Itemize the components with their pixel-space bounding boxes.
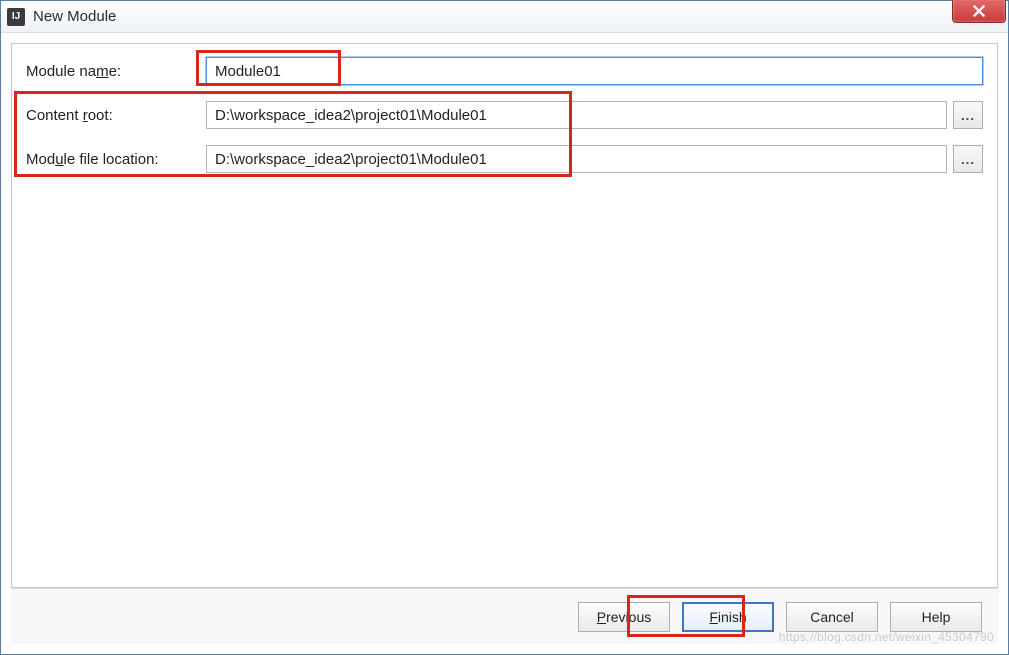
button-bar: Previous Finish Cancel Help https://blog…: [11, 588, 998, 644]
module-file-location-input[interactable]: [206, 145, 947, 173]
watermark-text: https://blog.csdn.net/weixin_45304790: [779, 630, 994, 644]
content-wrap: Module name: Content root: ... Module fi…: [1, 33, 1008, 654]
module-file-location-browse-button[interactable]: ...: [953, 145, 983, 173]
row-module-file-location: Module file location: ...: [26, 144, 983, 174]
cancel-button[interactable]: Cancel: [786, 602, 878, 632]
label-module-file-location: Module file location:: [26, 151, 206, 168]
previous-button[interactable]: Previous: [578, 602, 670, 632]
form-panel: Module name: Content root: ... Module fi…: [11, 43, 998, 588]
row-module-name: Module name:: [26, 56, 983, 86]
content-root-input[interactable]: [206, 101, 947, 129]
content-root-browse-button[interactable]: ...: [953, 101, 983, 129]
close-icon: [972, 4, 986, 18]
window-title: New Module: [33, 8, 116, 25]
module-name-input[interactable]: [206, 57, 983, 85]
label-content-root: Content root:: [26, 107, 206, 124]
label-module-name: Module name:: [26, 63, 206, 80]
titlebar: IJ New Module: [1, 1, 1008, 33]
close-button[interactable]: [952, 0, 1006, 23]
help-button[interactable]: Help: [890, 602, 982, 632]
row-content-root: Content root: ...: [26, 100, 983, 130]
app-icon: IJ: [7, 8, 25, 26]
dialog-window: IJ New Module Module name: Content root:…: [0, 0, 1009, 655]
finish-button[interactable]: Finish: [682, 602, 774, 632]
